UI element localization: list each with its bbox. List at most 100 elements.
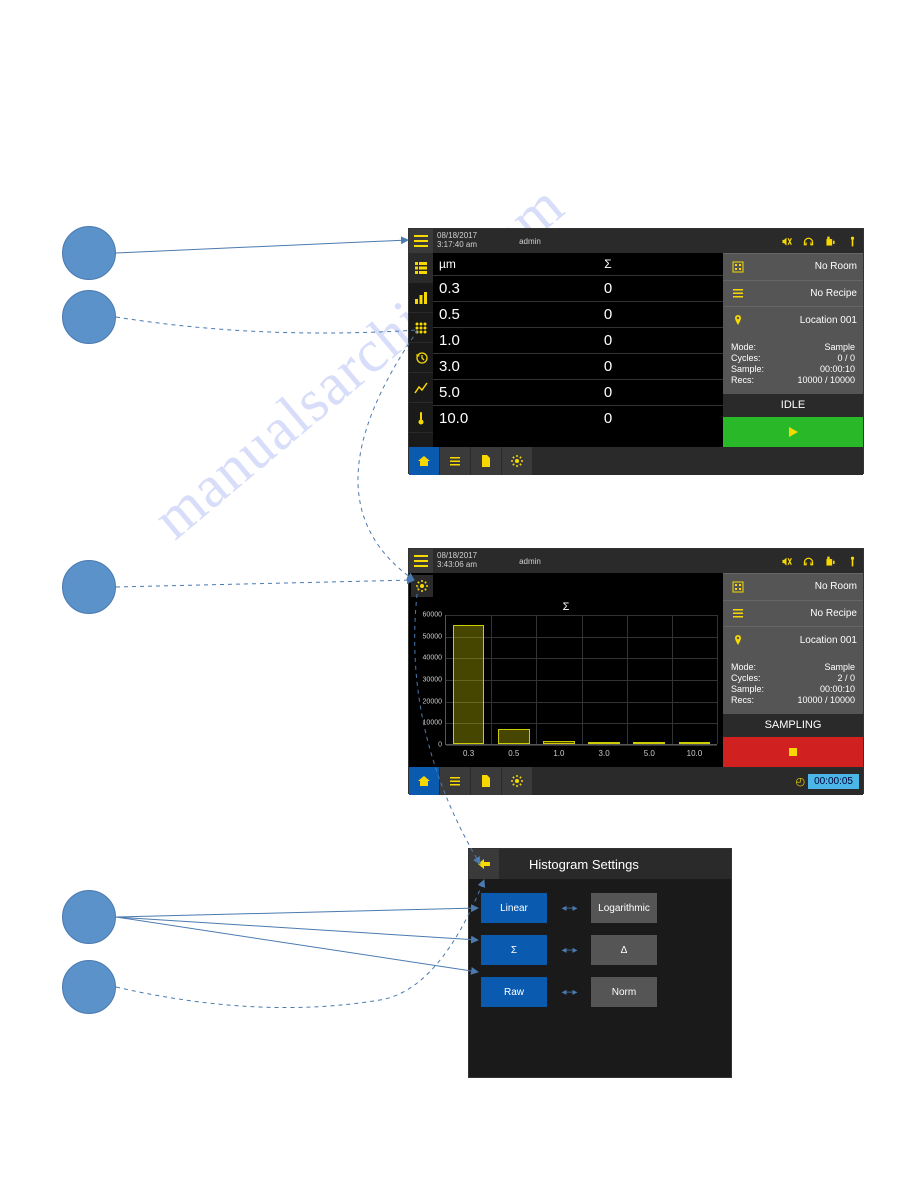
file-button[interactable] [471, 767, 501, 795]
callout-5 [62, 960, 116, 1014]
tab-line-chart[interactable] [409, 373, 433, 403]
recipe-icon [729, 604, 747, 622]
size-cell: 1.0 [439, 332, 499, 349]
device-screen-1: 08/18/2017 3:17:40 am admin µm Σ 0.30 [408, 228, 864, 474]
room-value: No Room [751, 581, 857, 592]
sample-value: 00:00:10 [820, 684, 855, 694]
histogram-settings-button[interactable] [411, 575, 433, 597]
hamburger-icon [414, 235, 428, 247]
cycles-label: Cycles: [731, 673, 761, 683]
location-value: Location 001 [751, 635, 857, 646]
norm-button[interactable]: Norm [591, 977, 657, 1007]
info-panel: No Room No Recipe Location 001 Mode: Samp… [723, 253, 863, 447]
raw-button[interactable]: Raw [481, 977, 547, 1007]
mode-value: Sample [824, 662, 855, 672]
settings-header: Histogram Settings [469, 849, 731, 879]
table-row: 1.00 [433, 327, 723, 353]
recipe-value: No Recipe [751, 608, 857, 619]
time: 3:17:40 am [437, 241, 491, 250]
recipe-row[interactable]: No Recipe [723, 280, 863, 307]
tab-bar-chart[interactable] [409, 283, 433, 313]
location-value: Location 001 [751, 315, 857, 326]
list-button[interactable] [440, 447, 470, 475]
count-cell: 0 [499, 410, 717, 427]
home-button[interactable] [409, 767, 439, 795]
tab-thermometer[interactable] [409, 403, 433, 433]
location-row[interactable]: Location 001 [723, 306, 863, 333]
room-row[interactable]: No Room [723, 573, 863, 600]
logarithmic-button[interactable]: Logarithmic [591, 893, 657, 923]
room-icon [729, 258, 747, 276]
cycles-value: 2 / 0 [837, 673, 855, 683]
menu-button[interactable] [409, 549, 433, 573]
datetime: 08/18/2017 3:43:06 am [433, 552, 495, 570]
linear-button[interactable]: Linear [481, 893, 547, 923]
sample-value: 00:00:10 [820, 364, 855, 374]
hamburger-icon [414, 555, 428, 567]
count-cell: 0 [499, 384, 717, 401]
datetime: 08/18/2017 3:17:40 am [433, 232, 495, 250]
size-cell: 0.3 [439, 280, 499, 297]
time: 3:43:06 am [437, 561, 491, 570]
chart-title: Σ [415, 601, 717, 613]
tab-grid[interactable] [409, 313, 433, 343]
location-icon [729, 631, 747, 649]
status-label: SAMPLING [723, 714, 863, 737]
home-button[interactable] [409, 447, 439, 475]
table-row: 10.00 [433, 405, 723, 431]
mode-label: Mode: [731, 342, 756, 352]
recipe-row[interactable]: No Recipe [723, 600, 863, 627]
col-header-sigma: Σ [499, 257, 717, 271]
headset-icon[interactable] [797, 549, 819, 573]
pump-icon[interactable] [819, 229, 841, 253]
table-row: 3.00 [433, 353, 723, 379]
mute-icon[interactable] [775, 549, 797, 573]
histogram-chart: 01000020000300004000050000600000.30.51.0… [445, 615, 717, 745]
cycles-value: 0 / 0 [837, 353, 855, 363]
file-button[interactable] [471, 447, 501, 475]
username: admin [495, 557, 565, 566]
count-cell: 0 [499, 280, 717, 297]
callout-1 [62, 226, 116, 280]
stats-block: Mode:Sample Cycles:2 / 0 Sample:00:00:10… [723, 653, 863, 714]
mute-icon[interactable] [775, 229, 797, 253]
stats-block: Mode:Sample Cycles:0 / 0 Sample:00:00:10… [723, 333, 863, 394]
histogram-settings-panel: Histogram Settings Linear ◂---▸ Logarith… [468, 848, 732, 1078]
recs-label: Recs: [731, 375, 754, 385]
settings-button[interactable] [502, 767, 532, 795]
location-row[interactable]: Location 001 [723, 626, 863, 653]
table-row: 5.00 [433, 379, 723, 405]
table-row: 0.50 [433, 301, 723, 327]
menu-button[interactable] [409, 229, 433, 253]
size-cell: 3.0 [439, 358, 499, 375]
list-button[interactable] [440, 767, 470, 795]
start-button[interactable] [723, 417, 863, 447]
room-icon [729, 578, 747, 596]
room-row[interactable]: No Room [723, 253, 863, 280]
delta-button[interactable]: Δ [591, 935, 657, 965]
tab-table[interactable] [409, 253, 433, 283]
count-cell: 0 [499, 332, 717, 349]
recipe-value: No Recipe [751, 288, 857, 299]
setting-row-mode: Σ ◂---▸ Δ [481, 935, 719, 965]
toggle-arrows-icon: ◂---▸ [547, 987, 591, 998]
tab-history[interactable] [409, 343, 433, 373]
tool-icon[interactable] [841, 549, 863, 573]
location-icon [729, 311, 747, 329]
timer-value: 00:00:05 [808, 774, 859, 789]
settings-button[interactable] [502, 447, 532, 475]
size-cell: 10.0 [439, 410, 499, 427]
size-cell: 0.5 [439, 306, 499, 323]
stop-icon [787, 746, 799, 758]
mode-value: Sample [824, 342, 855, 352]
histogram-view: Σ 01000020000300004000050000600000.30.51… [409, 573, 723, 767]
tool-icon[interactable] [841, 229, 863, 253]
info-panel: No Room No Recipe Location 001 Mode:Samp… [723, 573, 863, 767]
back-button[interactable] [469, 849, 499, 879]
headset-icon[interactable] [797, 229, 819, 253]
callout-3 [62, 560, 116, 614]
sigma-button[interactable]: Σ [481, 935, 547, 965]
count-cell: 0 [499, 358, 717, 375]
stop-button[interactable] [723, 737, 863, 767]
pump-icon[interactable] [819, 549, 841, 573]
